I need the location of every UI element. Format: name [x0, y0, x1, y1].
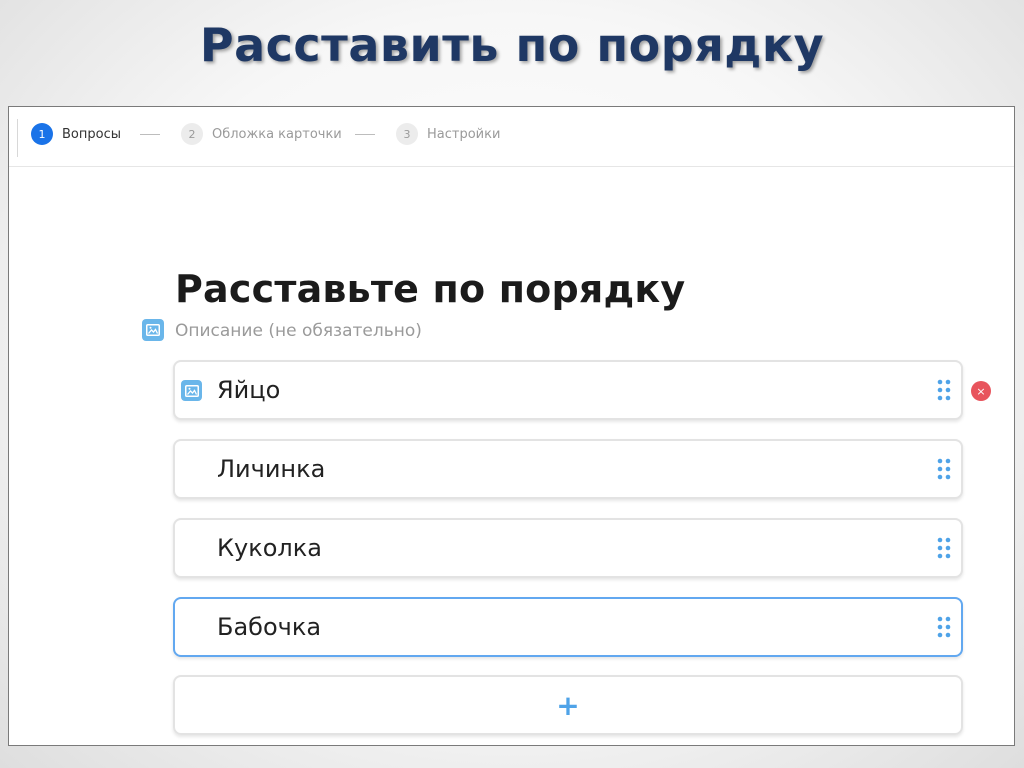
step-separator — [140, 134, 160, 135]
step-card-cover[interactable]: 2 Обложка карточки — [181, 122, 342, 146]
step-questions[interactable]: 1 Вопросы — [31, 122, 121, 146]
step-settings[interactable]: 3 Настройки — [396, 122, 500, 146]
stepper: 1 Вопросы 2 Обложка карточки 3 Настройки — [9, 107, 1014, 167]
stepper-divider — [17, 119, 18, 157]
answer-item[interactable]: Куколка — [173, 518, 963, 578]
answer-item[interactable]: Личинка — [173, 439, 963, 499]
drag-handle-icon[interactable] — [937, 458, 951, 480]
step-separator — [355, 134, 375, 135]
answer-label[interactable]: Куколка — [217, 534, 322, 562]
step-label: Настройки — [427, 126, 501, 142]
drag-handle-icon[interactable] — [937, 379, 951, 401]
image-icon[interactable] — [181, 380, 202, 401]
question-title[interactable]: Расставьте по порядку — [175, 267, 685, 311]
answer-item[interactable]: Яйцо — [173, 360, 963, 420]
description-input[interactable]: Описание (не обязательно) — [175, 321, 422, 341]
step-number: 3 — [396, 123, 418, 145]
answer-item-focused[interactable]: Бабочка — [173, 597, 963, 657]
answer-label[interactable]: Бабочка — [217, 613, 321, 641]
step-number: 2 — [181, 123, 203, 145]
answer-label[interactable]: Яйцо — [217, 376, 280, 404]
plus-icon: + — [556, 688, 580, 722]
step-label: Вопросы — [62, 126, 121, 142]
step-label: Обложка карточки — [212, 126, 342, 142]
close-icon[interactable]: × — [971, 381, 991, 401]
drag-handle-icon[interactable] — [937, 616, 951, 638]
quiz-editor-window: 1 Вопросы 2 Обложка карточки 3 Настройки… — [8, 106, 1015, 746]
slide-title: Расставить по порядку — [199, 18, 825, 72]
step-number: 1 — [31, 123, 53, 145]
image-icon[interactable] — [142, 319, 164, 341]
add-answer-button[interactable]: + — [173, 675, 963, 735]
drag-handle-icon[interactable] — [937, 537, 951, 559]
answer-label[interactable]: Личинка — [217, 455, 325, 483]
